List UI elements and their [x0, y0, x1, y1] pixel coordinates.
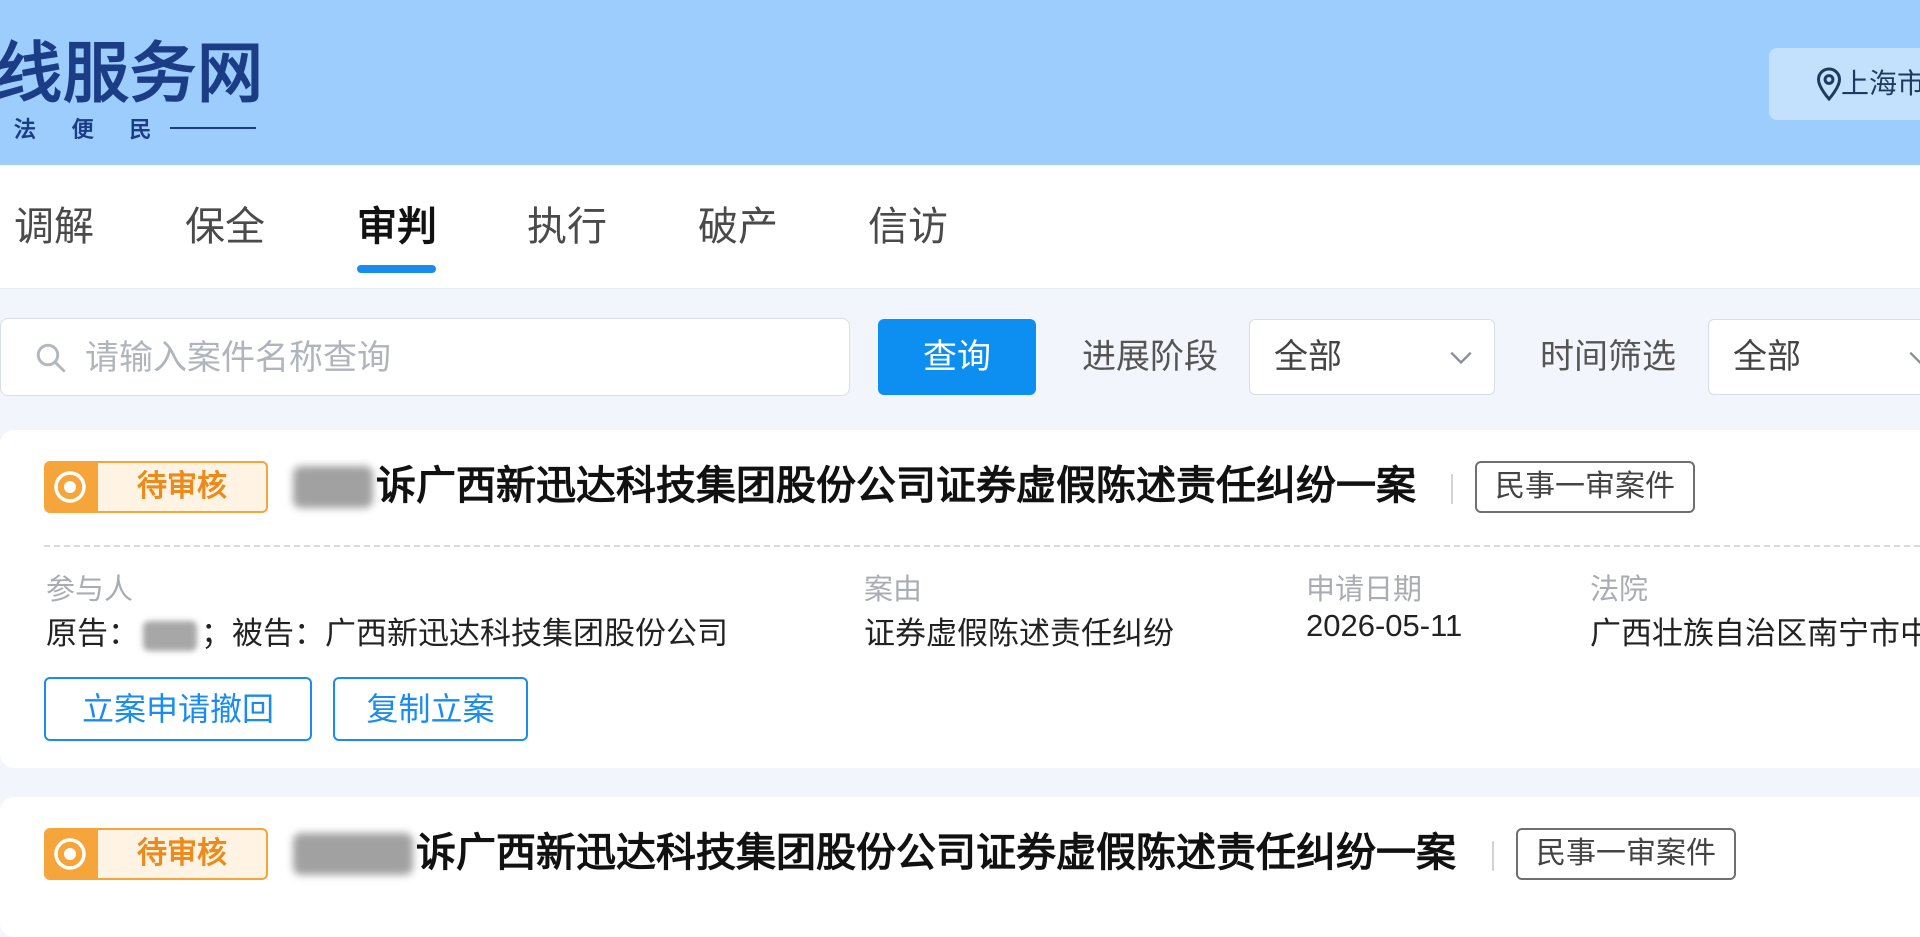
case-type-tag: 民事一审案件: [1475, 461, 1695, 513]
case-card: 待审核 诉广西新迅达科技集团股份公司证券虚假陈述责任纠纷一案 民事一审案件: [0, 797, 1920, 937]
stage-select[interactable]: 全部: [1249, 319, 1495, 395]
case-search-box: [0, 318, 850, 397]
card-divider: [44, 545, 1920, 547]
location-label: 上海市: [1841, 68, 1920, 99]
chevron-down-icon: [1450, 351, 1472, 365]
withdraw-filing-button[interactable]: 立案申请撤回: [44, 677, 312, 741]
active-tab-indicator: [357, 265, 436, 273]
cause-value: 证券虚假陈述责任纠纷: [864, 616, 1174, 651]
location-selector[interactable]: 上海市: [1769, 48, 1920, 120]
status-badge: 待审核: [44, 828, 268, 880]
copy-filing-button[interactable]: 复制立案: [333, 677, 528, 741]
time-select-value: 全部: [1733, 338, 1801, 376]
apply-date-label: 申请日期: [1306, 574, 1423, 606]
slogan-divider: [170, 127, 256, 129]
site-header: 线服务网 法 便 民 上海市: [0, 0, 1920, 165]
tab-mediation[interactable]: 调解: [14, 197, 94, 257]
cause-label: 案由: [864, 574, 923, 606]
tab-trial[interactable]: 审判: [357, 197, 437, 257]
tab-enforcement[interactable]: 执行: [527, 197, 607, 257]
court-value: 广西壮族自治区南宁市中: [1590, 616, 1920, 651]
site-slogan: 法 便 民: [14, 117, 166, 143]
status-badge: 待审核: [44, 461, 268, 513]
case-type-tag: 民事一审案件: [1516, 828, 1736, 880]
tab-petition[interactable]: 信访: [868, 197, 948, 257]
search-input[interactable]: [83, 319, 827, 397]
participants-label: 参与人: [46, 574, 134, 606]
pending-clock-icon: [46, 463, 98, 511]
status-text: 待审核: [137, 470, 227, 503]
stage-filter-label: 进展阶段: [1082, 338, 1218, 376]
tab-bankruptcy[interactable]: 破产: [698, 197, 778, 257]
redacted-name: [293, 466, 373, 508]
redacted-plaintiff: [143, 620, 197, 651]
participants-value: 原告： ；被告：广西新迅达科技集团股份公司: [46, 616, 728, 651]
chevron-down-icon: [1909, 351, 1920, 365]
status-text: 待审核: [137, 837, 227, 870]
stage-select-value: 全部: [1274, 338, 1342, 376]
time-select[interactable]: 全部: [1708, 319, 1920, 395]
time-filter-label: 时间筛选: [1540, 338, 1676, 376]
case-card: 待审核 诉广西新迅达科技集团股份公司证券虚假陈述责任纠纷一案 民事一审案件 参与…: [0, 430, 1920, 768]
query-button[interactable]: 查询: [878, 319, 1036, 395]
court-label: 法院: [1590, 574, 1649, 606]
case-title[interactable]: 诉广西新迅达科技集团股份公司证券虚假陈述责任纠纷一案: [416, 825, 1456, 881]
tab-preservation[interactable]: 保全: [185, 197, 265, 257]
pending-clock-icon: [46, 830, 98, 878]
site-title[interactable]: 线服务网: [0, 28, 264, 118]
redacted-name: [293, 833, 413, 875]
case-type-tabs: 调解 保全 审判 执行 破产 信访: [0, 165, 1920, 289]
search-icon: [36, 343, 66, 373]
title-divider: [1451, 474, 1453, 504]
case-title[interactable]: 诉广西新迅达科技集团股份公司证券虚假陈述责任纠纷一案: [376, 458, 1416, 514]
title-divider: [1492, 841, 1494, 871]
apply-date-value: 2026-05-11: [1306, 608, 1463, 643]
